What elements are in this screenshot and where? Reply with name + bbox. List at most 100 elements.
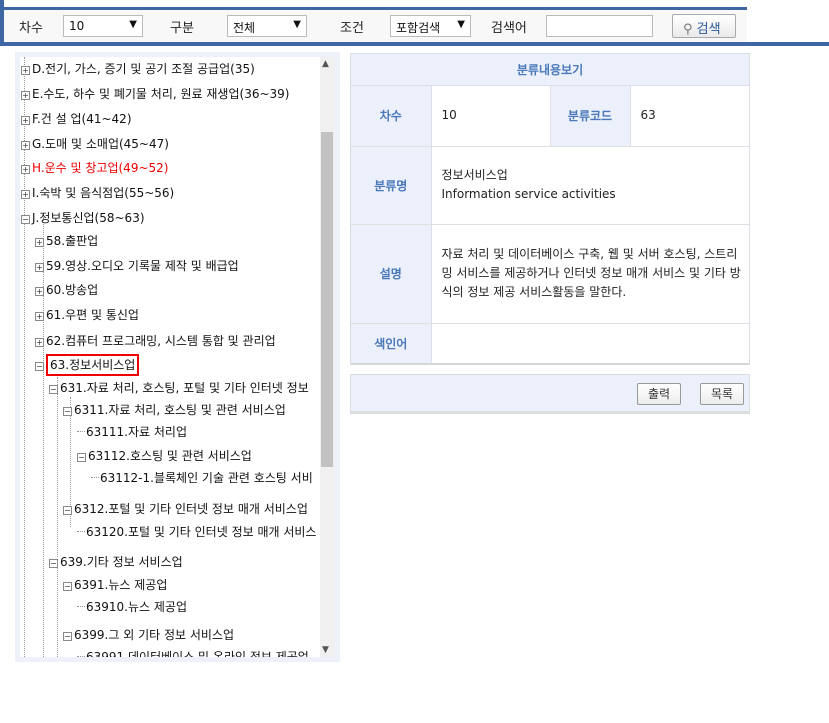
expand-icon[interactable]: + [21, 91, 30, 100]
tree-node[interactable]: + H.운수 및 창고업(49~52) [21, 161, 168, 175]
desc-value: 자료 처리 및 데이터베이스 구축, 웹 및 서버 호스팅, 스트리밍 서비스를… [431, 224, 749, 324]
scrollbar-thumb[interactable] [321, 132, 333, 467]
round-value: 10 [431, 86, 551, 147]
collapse-icon[interactable]: − [77, 453, 86, 462]
expand-icon[interactable]: + [21, 66, 30, 75]
tree-node[interactable]: −631.자료 처리, 호스팅, 포털 및 기타 인터넷 정보 [49, 381, 309, 395]
tree-node-label[interactable]: 63111.자료 처리업 [86, 425, 187, 439]
collapse-icon[interactable]: − [63, 632, 72, 641]
tree-node[interactable]: − J.정보통신업(58~63) [21, 211, 145, 225]
tree-connector [77, 431, 85, 432]
search-button[interactable]: ⚲ 검색 [672, 14, 736, 38]
dropdown-arrow-icon: ▼ [457, 19, 465, 30]
tree-node-label[interactable]: G.도매 및 소매업(45~47) [32, 137, 169, 151]
tree-node[interactable]: + F.건 설 업(41~42) [21, 112, 132, 126]
tree-node-label[interactable]: H.운수 및 창고업(49~52) [32, 161, 168, 175]
tree-node[interactable]: 63910.뉴스 제공업 [77, 600, 187, 614]
search-icon: ⚲ [683, 22, 693, 37]
expand-icon[interactable]: + [35, 263, 44, 272]
tree-node-label[interactable]: I.숙박 및 음식점업(55~56) [32, 186, 174, 200]
tree-node[interactable]: −63112.호스팅 및 관련 서비스업 [77, 449, 252, 463]
scroll-up-icon[interactable]: ▲ [322, 59, 329, 69]
collapse-icon[interactable]: − [49, 559, 58, 568]
list-button[interactable]: 목록 [700, 383, 744, 405]
tree-node-label[interactable]: J.정보통신업(58~63) [32, 211, 145, 225]
tree-node-label[interactable]: 6399.그 외 기타 정보 서비스업 [74, 628, 234, 642]
tree-node[interactable]: + G.도매 및 소매업(45~47) [21, 137, 169, 151]
expand-icon[interactable]: + [35, 238, 44, 247]
tree-node[interactable]: −6312.포털 및 기타 인터넷 정보 매개 서비스업 [63, 502, 308, 516]
condition-label: 조건 [340, 21, 364, 36]
name-key: 분류명 [351, 146, 432, 225]
tree-node[interactable]: 63111.자료 처리업 [77, 425, 187, 439]
expand-icon[interactable]: + [21, 165, 30, 174]
expand-icon[interactable]: + [21, 116, 30, 125]
print-button[interactable]: 출력 [637, 383, 681, 405]
tree-scrollbar[interactable]: ▲ ▼ [320, 57, 334, 657]
tree-node-label[interactable]: 63.정보서비스업 [46, 354, 140, 376]
tree-node[interactable]: 63991.데이터베이스 및 온라인 정보 제공업 [77, 650, 309, 657]
tree-node[interactable]: −6311.자료 처리, 호스팅 및 관련 서비스업 [63, 403, 286, 417]
tree-node-label[interactable]: 63112.호스팅 및 관련 서비스업 [88, 449, 252, 463]
category-select[interactable]: 전체 ▼ [227, 15, 307, 37]
tree-node-label[interactable]: 631.자료 처리, 호스팅, 포털 및 기타 인터넷 정보 [60, 381, 309, 395]
tree-node-label[interactable]: 60.방송업 [46, 283, 98, 297]
tree-node-label[interactable]: D.전기, 가스, 증기 및 공기 조절 공급업(35) [32, 62, 255, 76]
tree-node[interactable]: +58.출판업 [35, 234, 98, 248]
index-value [431, 323, 749, 363]
round-label: 차수 [19, 21, 43, 36]
code-key: 분류코드 [550, 86, 631, 147]
tree-node[interactable]: −63.정보서비스업 [35, 354, 140, 376]
tree-node-label[interactable]: 63120.포털 및 기타 인터넷 정보 매개 서비스 [86, 525, 316, 539]
tree-node[interactable]: + D.전기, 가스, 증기 및 공기 조절 공급업(35) [21, 62, 255, 76]
condition-select[interactable]: 포함검색 ▼ [390, 15, 471, 37]
tree-node[interactable]: −6399.그 외 기타 정보 서비스업 [63, 628, 234, 642]
tree-node-label[interactable]: 6391.뉴스 제공업 [74, 578, 167, 592]
scroll-down-icon[interactable]: ▼ [322, 645, 329, 655]
tree-node[interactable]: + E.수도, 하수 및 폐기물 처리, 원료 재생업(36~39) [21, 87, 289, 101]
expand-icon[interactable]: + [35, 312, 44, 321]
tree-node[interactable]: −6391.뉴스 제공업 [63, 578, 167, 592]
tree-node-label[interactable]: 62.컴퓨터 프로그래밍, 시스템 통합 및 관리업 [46, 334, 276, 348]
category-select-value: 전체 [233, 21, 256, 35]
tree-node[interactable]: 63112-1.블록체인 기술 관련 호스팅 서비 [91, 471, 313, 485]
index-key: 색인어 [351, 323, 432, 363]
expand-icon[interactable]: + [35, 338, 44, 347]
tree-node-label[interactable]: 63112-1.블록체인 기술 관련 호스팅 서비 [100, 471, 313, 485]
collapse-icon[interactable]: − [21, 215, 30, 224]
tree-node-label[interactable]: E.수도, 하수 및 폐기물 처리, 원료 재생업(36~39) [32, 87, 289, 101]
collapse-icon[interactable]: − [49, 385, 58, 394]
collapse-icon[interactable]: − [63, 407, 72, 416]
tree-node-label[interactable]: 63910.뉴스 제공업 [86, 600, 187, 614]
tree-node-label[interactable]: 6311.자료 처리, 호스팅 및 관련 서비스업 [74, 403, 286, 417]
dropdown-arrow-icon: ▼ [129, 19, 137, 30]
tree-node[interactable]: +59.영상.오디오 기록물 제작 및 배급업 [35, 259, 239, 273]
expand-icon[interactable]: + [21, 190, 30, 199]
expand-icon[interactable]: + [21, 141, 30, 150]
round-select[interactable]: 10 ▼ [63, 15, 143, 37]
detail-panel: 분류내용보기 차수 10 분류코드 63 분류명 정보서비스업 Informati… [350, 53, 750, 365]
category-label: 구분 [170, 21, 194, 36]
tree-node[interactable]: +61.우편 및 통신업 [35, 308, 139, 322]
tree-content: + D.전기, 가스, 증기 및 공기 조절 공급업(35) + E.수도, 하수 및… [20, 57, 320, 657]
tree-node-label[interactable]: 58.출판업 [46, 234, 98, 248]
tree-node[interactable]: +62.컴퓨터 프로그래밍, 시스템 통합 및 관리업 [35, 334, 276, 348]
tree-node[interactable]: +60.방송업 [35, 283, 98, 297]
collapse-icon[interactable]: − [63, 582, 72, 591]
tree-node-label[interactable]: F.건 설 업(41~42) [32, 112, 132, 126]
tree-node[interactable]: + I.숙박 및 음식점업(55~56) [21, 186, 174, 200]
collapse-icon[interactable]: − [35, 362, 44, 371]
tree-node-label[interactable]: 6312.포털 및 기타 인터넷 정보 매개 서비스업 [74, 502, 308, 516]
tree-node[interactable]: −639.기타 정보 서비스업 [49, 555, 183, 569]
name-value: 정보서비스업 Information service activities [431, 146, 749, 225]
tree-node-label[interactable]: 59.영상.오디오 기록물 제작 및 배급업 [46, 259, 239, 273]
tree-node[interactable]: 63120.포털 및 기타 인터넷 정보 매개 서비스 [77, 525, 316, 539]
tree-connector [77, 656, 85, 657]
tree-node-label[interactable]: 63991.데이터베이스 및 온라인 정보 제공업 [86, 650, 309, 657]
collapse-icon[interactable]: − [63, 506, 72, 515]
tree-node-label[interactable]: 639.기타 정보 서비스업 [60, 555, 183, 569]
tree-node-label[interactable]: 61.우편 및 통신업 [46, 308, 139, 322]
search-header: 차수 10 ▼ 구분 전체 ▼ 조건 포함검색 ▼ 검색어 ⚲ 검색 [0, 0, 829, 46]
expand-icon[interactable]: + [35, 287, 44, 296]
keyword-input[interactable] [546, 15, 653, 37]
